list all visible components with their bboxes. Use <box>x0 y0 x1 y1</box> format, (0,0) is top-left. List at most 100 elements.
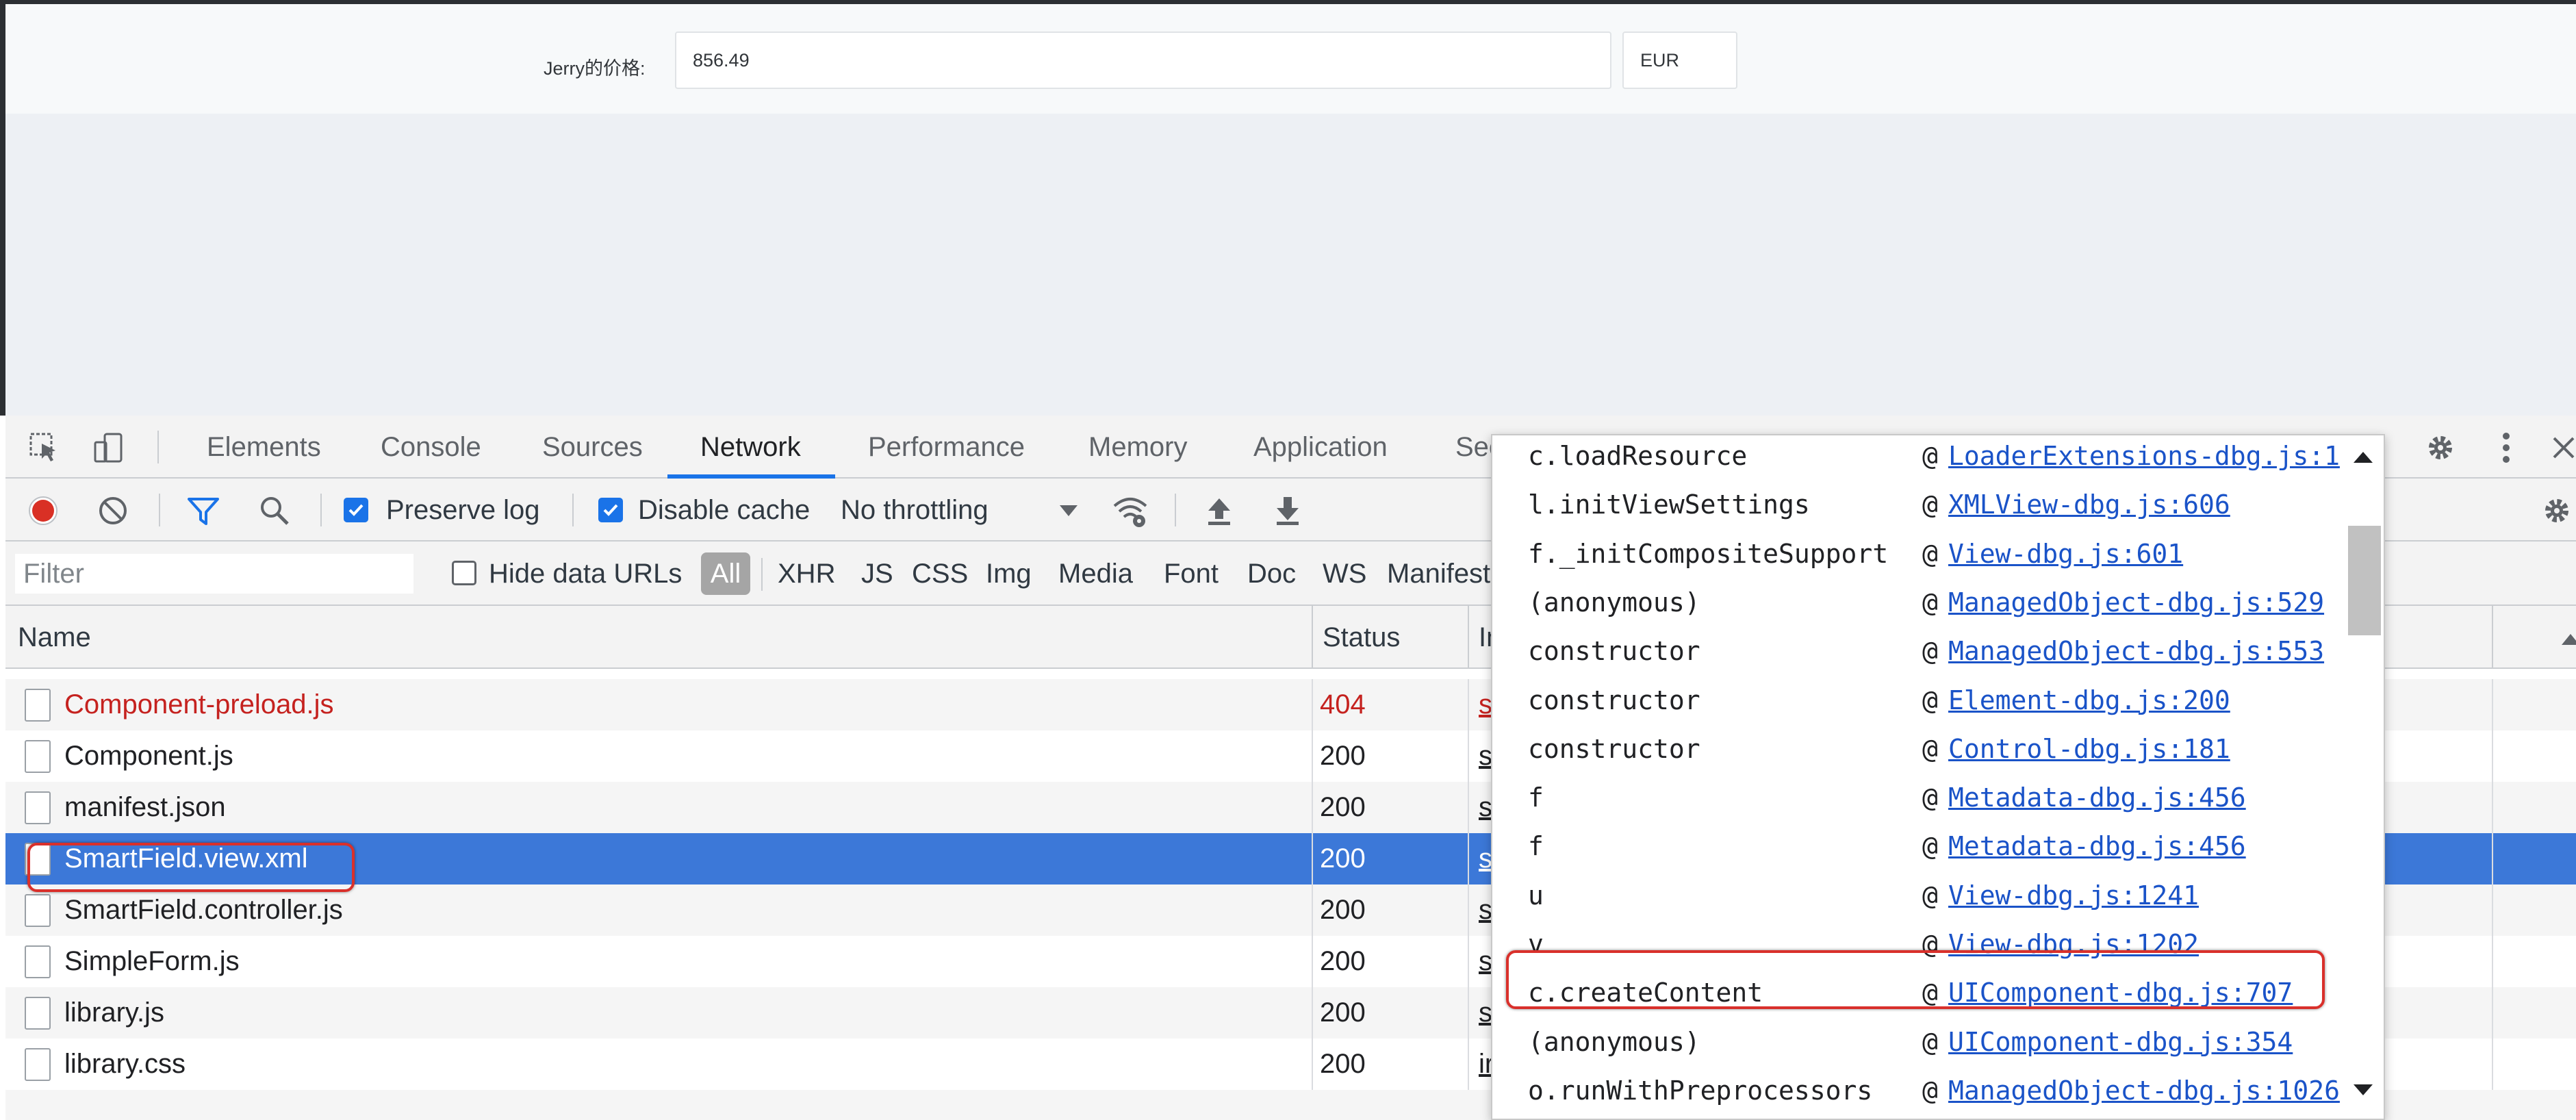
network-conditions-icon[interactable] <box>1112 492 1149 529</box>
source-location-link[interactable]: ManagedObject-dbg.js:553 <box>1948 626 2324 676</box>
filter-type-xhr[interactable]: XHR <box>778 542 835 606</box>
device-toolbar-icon[interactable] <box>90 429 127 466</box>
price-input[interactable]: 856.49 <box>675 31 1611 89</box>
function-name: c.loadResource <box>1528 441 1748 471</box>
disable-cache-checkbox[interactable] <box>598 498 623 522</box>
source-location-link[interactable]: XMLView-dbg.js:606 <box>1948 480 2230 529</box>
request-status: 200 <box>1320 895 1366 925</box>
request-initiator-link[interactable]: s <box>1479 936 1492 987</box>
hide-data-urls-label[interactable]: Hide data URLs <box>489 542 682 606</box>
file-icon <box>25 791 51 824</box>
source-location-link[interactable]: Metadata-dbg.js:456 <box>1948 822 2246 871</box>
record-icon[interactable] <box>25 492 62 529</box>
filter-type-css[interactable]: CSS <box>912 542 968 606</box>
filter-type-ws[interactable]: WS <box>1323 542 1366 606</box>
function-name: constructor <box>1528 636 1700 667</box>
column-header-status[interactable]: Status <box>1323 606 1400 669</box>
tab-elements[interactable]: Elements <box>201 416 327 479</box>
source-location-link[interactable]: Element-dbg.js:200 <box>1948 676 2230 725</box>
tab-memory[interactable]: Memory <box>1083 416 1193 479</box>
request-status: 200 <box>1320 741 1366 771</box>
tab-application[interactable]: Application <box>1248 416 1393 479</box>
filter-type-manifest[interactable]: Manifest <box>1387 542 1490 606</box>
column-divider[interactable] <box>1312 606 1313 669</box>
column-divider <box>2492 987 2493 1039</box>
network-settings-gear-icon[interactable] <box>2538 492 2575 529</box>
source-location-link[interactable]: View-dbg.js:1241 <box>1948 871 2199 920</box>
at-symbol: @ <box>1922 538 1938 569</box>
call-stack-frame: f @ Metadata-dbg.js:456 <box>1492 822 2341 871</box>
column-divider <box>1312 679 1313 730</box>
popover-scroll-thumb[interactable] <box>2348 526 2381 635</box>
tab-performance[interactable]: Performance <box>863 416 1030 479</box>
source-location-link[interactable]: View-dbg.js:601 <box>1948 529 2183 578</box>
scroll-down-arrow-icon <box>2354 1084 2373 1095</box>
separator <box>159 494 160 526</box>
at-symbol: @ <box>1922 685 1938 715</box>
call-stack-frame: constructor @ Control-dbg.js:181 <box>1492 724 2341 774</box>
filter-type-media[interactable]: Media <box>1058 542 1133 606</box>
source-location-link[interactable]: Control-dbg.js:181 <box>1948 724 2230 774</box>
separator <box>761 558 763 591</box>
close-icon[interactable] <box>2545 429 2576 466</box>
request-initiator-link[interactable]: s <box>1479 987 1492 1039</box>
column-divider[interactable] <box>2492 606 2493 669</box>
sort-arrow-icon[interactable] <box>2552 621 2576 658</box>
request-name[interactable]: manifest.json <box>64 782 226 833</box>
tab-console[interactable]: Console <box>375 416 487 479</box>
source-location-link[interactable]: UIComponent-dbg.js:354 <box>1948 1017 2293 1067</box>
request-initiator-link[interactable]: s <box>1479 884 1492 936</box>
call-stack-frame: constructor @ Element-dbg.js:200 <box>1492 676 2341 725</box>
filter-type-js[interactable]: JS <box>861 542 893 606</box>
preserve-log-checkbox[interactable] <box>344 498 368 522</box>
tab-network[interactable]: Network <box>695 416 806 479</box>
column-divider <box>1312 936 1313 987</box>
column-divider <box>1312 987 1313 1039</box>
file-icon <box>25 945 51 978</box>
settings-gear-icon[interactable] <box>2422 429 2459 466</box>
source-location-link[interactable]: ManagedObject-dbg.js:1026 <box>1948 1066 2340 1115</box>
search-icon[interactable] <box>256 492 293 529</box>
throttling-select[interactable]: No throttling <box>841 479 989 542</box>
request-initiator-link[interactable]: s <box>1479 679 1492 730</box>
export-har-icon[interactable] <box>1269 492 1306 529</box>
request-name[interactable]: Component-preload.js <box>64 679 334 730</box>
separator <box>572 494 574 526</box>
clear-icon[interactable] <box>94 492 131 529</box>
request-name[interactable]: library.js <box>64 987 164 1039</box>
request-name[interactable]: library.css <box>64 1039 186 1090</box>
hide-data-urls-checkbox[interactable] <box>452 561 476 585</box>
request-initiator-link[interactable]: s <box>1479 782 1492 833</box>
disable-cache-label[interactable]: Disable cache <box>638 479 810 542</box>
source-location-link[interactable]: ManagedObject-dbg.js:529 <box>1948 578 2324 627</box>
function-name: o.runWithPreprocessors <box>1528 1075 1873 1106</box>
column-divider <box>1468 782 1469 833</box>
request-initiator-link[interactable]: s <box>1479 730 1492 782</box>
filter-type-doc[interactable]: Doc <box>1247 542 1296 606</box>
currency-input[interactable]: EUR <box>1622 31 1737 89</box>
form-strip: Jerry的价格: 856.49 EUR <box>5 4 2576 114</box>
source-location-link[interactable]: Metadata-dbg.js:456 <box>1948 773 2246 822</box>
request-initiator-link[interactable]: s <box>1479 833 1492 884</box>
more-options-icon[interactable] <box>2488 429 2525 466</box>
tab-sources[interactable]: Sources <box>537 416 648 479</box>
filter-type-font[interactable]: Font <box>1164 542 1219 606</box>
filter-input[interactable]: Filter <box>15 554 413 594</box>
column-divider[interactable] <box>1468 606 1469 669</box>
filter-type-all[interactable]: All <box>701 552 750 595</box>
inspect-element-icon[interactable] <box>26 429 63 466</box>
column-divider <box>2492 884 2493 936</box>
filter-icon[interactable] <box>185 492 222 529</box>
column-divider <box>1468 884 1469 936</box>
request-name[interactable]: Component.js <box>64 730 233 782</box>
request-name[interactable]: SimpleForm.js <box>64 936 240 987</box>
selected-file-highlight <box>27 843 355 892</box>
preserve-log-label[interactable]: Preserve log <box>386 479 540 542</box>
source-location-link[interactable]: LoaderExtensions-dbg.js:1 <box>1948 435 2340 481</box>
import-har-icon[interactable] <box>1201 492 1238 529</box>
request-name[interactable]: SmartField.controller.js <box>64 884 343 936</box>
filter-type-img[interactable]: Img <box>986 542 1032 606</box>
column-divider <box>2492 1039 2493 1090</box>
column-header-name[interactable]: Name <box>18 606 91 669</box>
dropdown-arrow-icon[interactable] <box>1050 492 1087 529</box>
